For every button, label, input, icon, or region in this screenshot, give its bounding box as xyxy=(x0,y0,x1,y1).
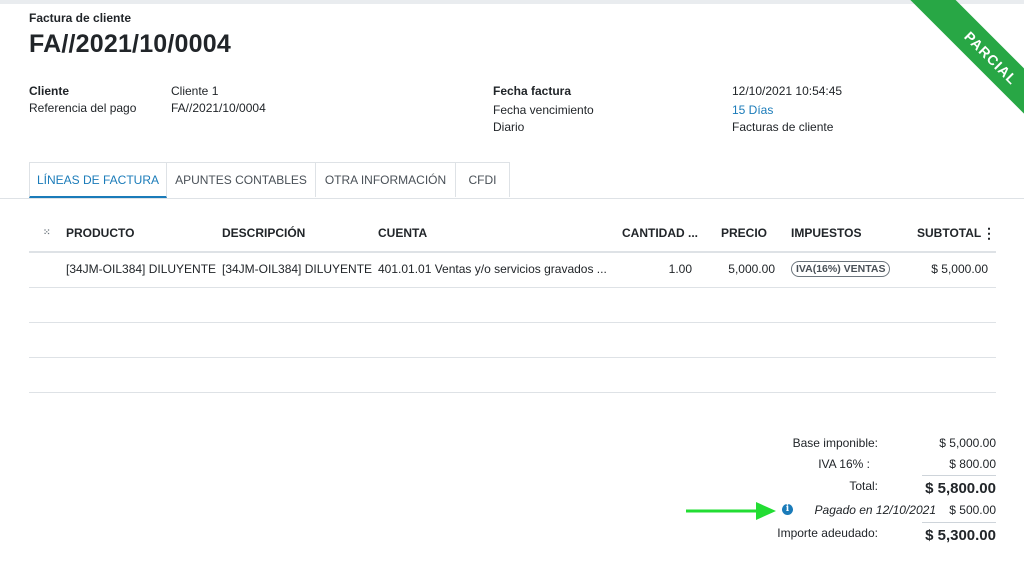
iva-label: IVA 16% : xyxy=(818,457,870,471)
total-value: $ 5,800.00 xyxy=(925,480,996,497)
total-divider xyxy=(922,475,996,476)
drag-handle-icon: ⁙ xyxy=(43,227,51,237)
field-label-cliente: Cliente xyxy=(29,84,70,98)
tab-cfdi[interactable]: CFDI xyxy=(456,162,510,197)
tab-lineas-factura[interactable]: LÍNEAS DE FACTURA xyxy=(29,162,167,198)
invoice-lines-table: ⁙ PRODUCTO DESCRIPCIÓN CUENTA CANTIDAD .… xyxy=(29,215,996,393)
tax-badge: IVA(16%) VENTAS xyxy=(791,261,891,277)
field-label-fecha-vencimiento: Fecha vencimiento xyxy=(493,103,594,117)
field-value-diario[interactable]: Facturas de cliente xyxy=(732,120,833,134)
field-value-referencia: FA//2021/10/0004 xyxy=(171,101,266,115)
document-number: FA//2021/10/0004 xyxy=(29,30,231,58)
table-row-empty xyxy=(29,323,996,358)
table-row-empty xyxy=(29,288,996,323)
base-imponible-label: Base imponible: xyxy=(792,436,878,450)
document-type: Factura de cliente xyxy=(29,11,132,25)
column-header-cuenta[interactable]: CUENTA xyxy=(378,226,427,240)
cell-precio: 5,000.00 xyxy=(728,262,775,276)
column-header-cantidad[interactable]: CANTIDAD ... xyxy=(622,226,698,240)
column-header-precio[interactable]: PRECIO xyxy=(721,226,767,240)
info-icon[interactable]: i xyxy=(782,504,793,515)
status-ribbon: PARCIAL xyxy=(884,0,1024,140)
table-header: ⁙ PRODUCTO DESCRIPCIÓN CUENTA CANTIDAD .… xyxy=(29,215,996,253)
annotation-arrow-icon xyxy=(686,502,776,520)
column-header-descripcion[interactable]: DESCRIPCIÓN xyxy=(222,226,305,240)
column-header-producto[interactable]: PRODUCTO xyxy=(66,226,134,240)
base-imponible-value: $ 5,000.00 xyxy=(939,436,996,450)
vertical-dots-icon[interactable]: ⋮ xyxy=(982,225,996,242)
cell-subtotal: $ 5,000.00 xyxy=(931,262,988,276)
iva-value: $ 800.00 xyxy=(949,457,996,471)
notebook-tabs: LÍNEAS DE FACTURA APUNTES CONTABLES OTRA… xyxy=(29,162,510,198)
total-label: Total: xyxy=(849,479,878,493)
top-border xyxy=(0,0,1024,4)
tab-otra-informacion[interactable]: OTRA INFORMACIÓN xyxy=(316,162,456,197)
amount-due-value: $ 5,300.00 xyxy=(925,527,996,544)
cell-producto: [34JM-OIL384] DILUYENTE xyxy=(66,262,217,276)
table-row[interactable]: [34JM-OIL384] DILUYENTE [34JM-OIL384] DI… xyxy=(29,253,996,288)
column-header-subtotal[interactable]: SUBTOTAL xyxy=(917,226,981,240)
field-value-fecha-factura: 12/10/2021 10:54:45 xyxy=(732,84,843,98)
cell-descripcion: [34JM-OIL384] DILUYENTE xyxy=(222,262,373,276)
column-header-impuestos[interactable]: IMPUESTOS xyxy=(791,226,861,240)
paid-value: $ 500.00 xyxy=(949,503,996,517)
field-value-cliente[interactable]: Cliente 1 xyxy=(171,84,218,98)
field-label-referencia: Referencia del pago xyxy=(29,101,137,115)
amount-due-label: Importe adeudado: xyxy=(777,526,878,540)
due-divider xyxy=(922,522,996,523)
cell-cuenta: 401.01.01 Ventas y/o servicios gravados … xyxy=(378,262,607,276)
tabs-divider xyxy=(0,198,1024,199)
field-value-fecha-vencimiento[interactable]: 15 Días xyxy=(732,103,773,117)
status-ribbon-label: PARCIAL xyxy=(901,0,1024,140)
paid-label: Pagado en 12/10/2021 xyxy=(814,503,936,517)
field-label-fecha-factura: Fecha factura xyxy=(493,84,572,98)
table-row-empty xyxy=(29,358,996,393)
cell-cantidad: 1.00 xyxy=(668,262,692,276)
tab-apuntes-contables[interactable]: APUNTES CONTABLES xyxy=(167,162,316,197)
field-label-diario: Diario xyxy=(493,120,525,134)
